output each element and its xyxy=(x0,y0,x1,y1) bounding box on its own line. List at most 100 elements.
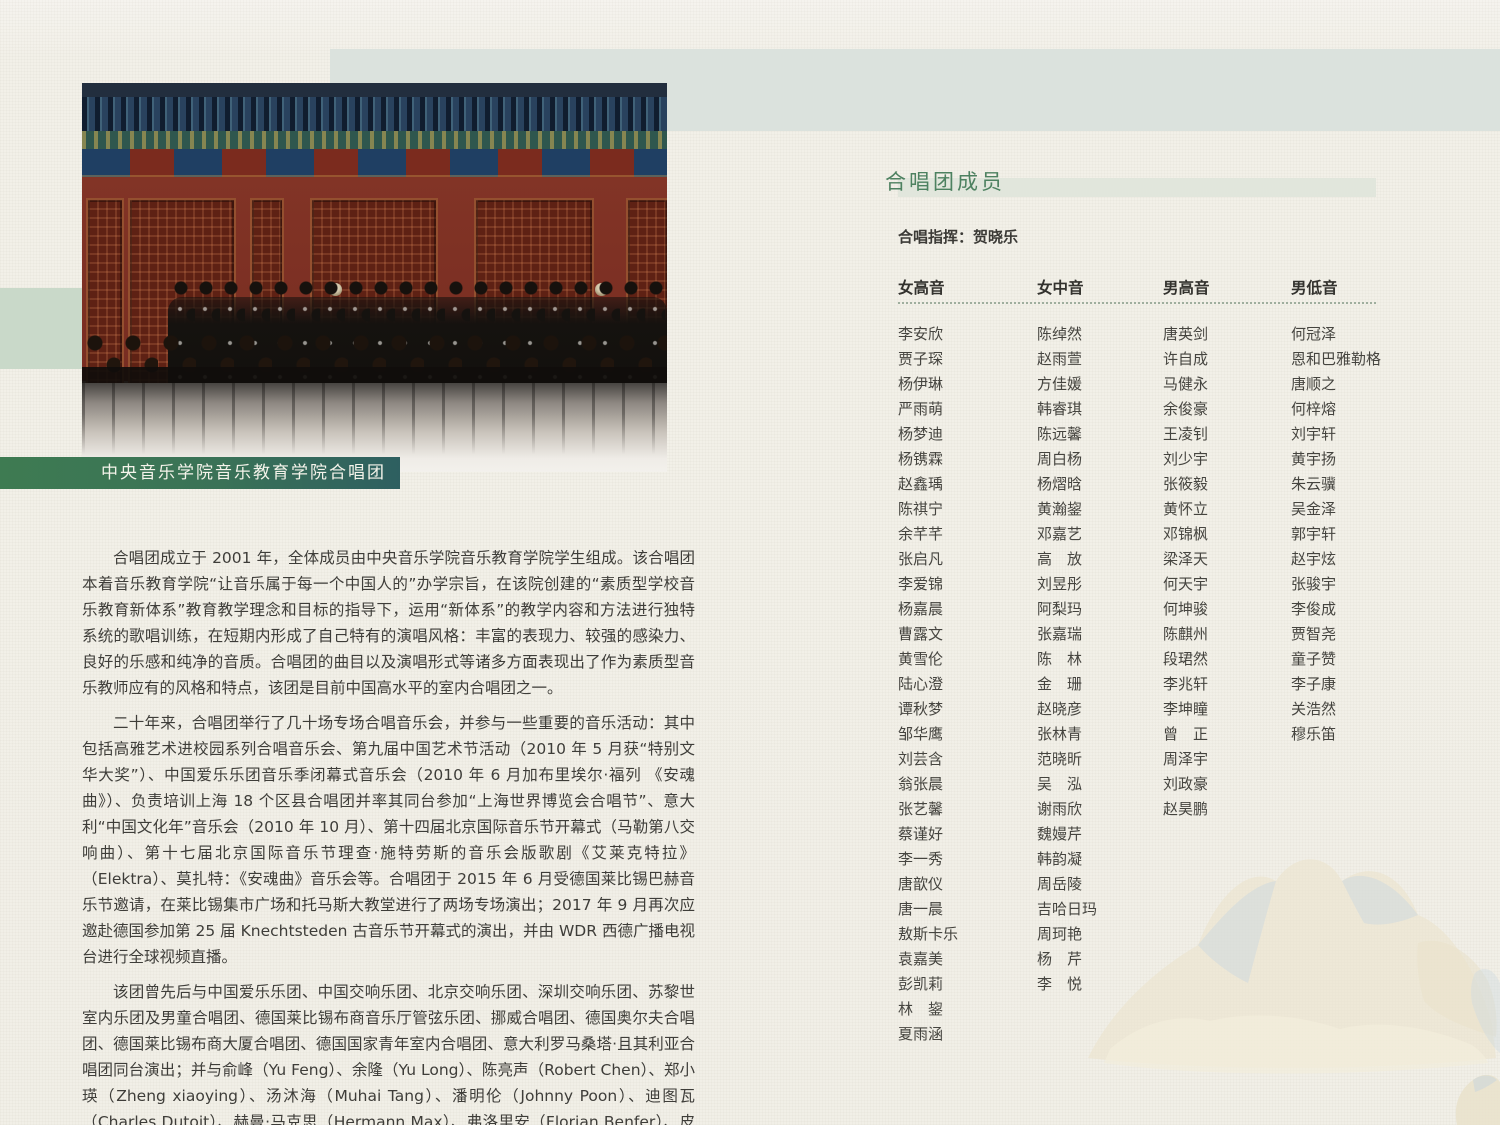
member-name: 童子赞 xyxy=(1291,647,1421,672)
member-name: 周珂艳 xyxy=(1037,922,1167,947)
member-name: 周岳陵 xyxy=(1037,872,1167,897)
member-name: 余芊芊 xyxy=(898,522,1028,547)
member-name: 敖斯卡乐 xyxy=(898,922,1028,947)
name-list: 唐英剑许自成马健永余俊豪王凌钊刘少宇张筱毅黄怀立邓锦枫梁泽天何天宇何坤骏陈麒州段… xyxy=(1163,322,1293,822)
member-name: 王凌钊 xyxy=(1163,422,1293,447)
member-name: 李 悦 xyxy=(1037,972,1167,997)
member-name: 陈 林 xyxy=(1037,647,1167,672)
member-name: 赵鑫瑀 xyxy=(898,472,1028,497)
member-name: 马健永 xyxy=(1163,372,1293,397)
intro-paragraph-3: 该团曾先后与中国爱乐乐团、中国交响乐团、北京交响乐团、深圳交响乐团、苏黎世室内乐… xyxy=(82,979,695,1125)
member-name: 杨镌霖 xyxy=(898,447,1028,472)
member-name: 张林青 xyxy=(1037,722,1167,747)
member-name: 黄雪伦 xyxy=(898,647,1028,672)
member-name: 杨熠晗 xyxy=(1037,472,1167,497)
member-name: 何冠泽 xyxy=(1291,322,1421,347)
member-name: 赵昊鹏 xyxy=(1163,797,1293,822)
member-name: 李坤瞳 xyxy=(1163,697,1293,722)
member-name: 黄怀立 xyxy=(1163,497,1293,522)
photo-caption-bar: 中央音乐学院音乐教育学院合唱团 xyxy=(0,457,400,489)
member-name: 穆乐笛 xyxy=(1291,722,1421,747)
member-name: 张嘉瑞 xyxy=(1037,622,1167,647)
member-name: 刘政豪 xyxy=(1163,772,1293,797)
member-name: 杨 芹 xyxy=(1037,947,1167,972)
member-name: 张筱毅 xyxy=(1163,472,1293,497)
member-name: 夏雨涵 xyxy=(898,1022,1028,1047)
photo-eaves-decor xyxy=(82,97,667,131)
member-name: 唐英剑 xyxy=(1163,322,1293,347)
member-name: 吴 泓 xyxy=(1037,772,1167,797)
member-name: 赵宇炫 xyxy=(1291,547,1421,572)
voice-column-alto: 女中音 陈绰然赵雨萱方佳媛韩睿琪陈远馨周白杨杨熠晗黄瀚鋆邓嘉艺高 放刘昱彤阿梨玛… xyxy=(1037,276,1167,997)
member-name: 何梓熔 xyxy=(1291,397,1421,422)
column-header: 男低音 xyxy=(1291,276,1421,322)
member-name: 阿梨玛 xyxy=(1037,597,1167,622)
conductor-line: 合唱指挥：贺晓乐 xyxy=(898,226,1018,247)
brochure-page: 中央音乐学院音乐教育学院合唱团 合唱团成立于 2001 年，全体成员由中央音乐学… xyxy=(0,0,1500,1125)
column-header: 男高音 xyxy=(1163,276,1293,322)
member-name: 周泽宇 xyxy=(1163,747,1293,772)
member-name: 郭宇轩 xyxy=(1291,522,1421,547)
member-name: 唐一晨 xyxy=(898,897,1028,922)
section-title: 合唱团成员 xyxy=(885,166,1377,196)
member-name: 谭秋梦 xyxy=(898,697,1028,722)
photo-roof-decor xyxy=(82,83,667,97)
member-name: 张艺馨 xyxy=(898,797,1028,822)
member-name: 周白杨 xyxy=(1037,447,1167,472)
photo-caption: 中央音乐学院音乐教育学院合唱团 xyxy=(101,463,386,483)
intro-paragraph-1: 合唱团成立于 2001 年，全体成员由中央音乐学院音乐教育学院学生组成。该合唱团… xyxy=(82,545,695,701)
member-name: 刘芸含 xyxy=(898,747,1028,772)
member-name: 袁嘉美 xyxy=(898,947,1028,972)
member-name: 陈绰然 xyxy=(1037,322,1167,347)
column-header: 女高音 xyxy=(898,276,1028,322)
member-name: 赵晓彦 xyxy=(1037,697,1167,722)
member-name: 韩睿琪 xyxy=(1037,397,1167,422)
member-name: 邓锦枫 xyxy=(1163,522,1293,547)
voice-column-bass: 男低音 何冠泽恩和巴雅勒格唐顺之何梓熔刘宇轩黄宇扬朱云骥吴金泽郭宇轩赵宇炫张骏宇… xyxy=(1291,276,1421,747)
member-name: 陈远馨 xyxy=(1037,422,1167,447)
member-name: 刘少宇 xyxy=(1163,447,1293,472)
member-name: 黄宇扬 xyxy=(1291,447,1421,472)
name-list: 何冠泽恩和巴雅勒格唐顺之何梓熔刘宇轩黄宇扬朱云骥吴金泽郭宇轩赵宇炫张骏宇李俊成贾… xyxy=(1291,322,1421,747)
member-name: 张启凡 xyxy=(898,547,1028,572)
members-section: 合唱团成员 合唱指挥：贺晓乐 女高音 李安欣贾子琛杨伊琳严雨萌杨梦迪杨镌霖赵鑫瑀… xyxy=(885,166,1377,196)
member-name: 金 珊 xyxy=(1037,672,1167,697)
intro-paragraph-2: 二十年来，合唱团举行了几十场专场合唱音乐会，并参与一些重要的音乐活动：其中包括高… xyxy=(82,710,695,970)
member-name: 李爱锦 xyxy=(898,572,1028,597)
member-name: 赵雨萱 xyxy=(1037,347,1167,372)
column-header: 女中音 xyxy=(1037,276,1167,322)
corner-rock-illustration xyxy=(1443,1056,1500,1125)
member-name: 杨嘉晨 xyxy=(898,597,1028,622)
member-name: 方佳媛 xyxy=(1037,372,1167,397)
member-name: 何坤骏 xyxy=(1163,597,1293,622)
member-name: 邓嘉艺 xyxy=(1037,522,1167,547)
member-name: 李兆轩 xyxy=(1163,672,1293,697)
member-name: 林 鋆 xyxy=(898,997,1028,1022)
member-name: 吴金泽 xyxy=(1291,497,1421,522)
member-name: 唐顺之 xyxy=(1291,372,1421,397)
member-name: 彭凯莉 xyxy=(898,972,1028,997)
member-name: 恩和巴雅勒格 xyxy=(1291,347,1421,372)
member-name: 杨伊琳 xyxy=(898,372,1028,397)
member-name: 刘昱彤 xyxy=(1037,572,1167,597)
member-name: 贾智尧 xyxy=(1291,622,1421,647)
member-name: 唐歆仪 xyxy=(898,872,1028,897)
choir-photo xyxy=(82,83,667,472)
member-name: 高 放 xyxy=(1037,547,1167,572)
member-name: 张骏宇 xyxy=(1291,572,1421,597)
name-list: 陈绰然赵雨萱方佳媛韩睿琪陈远馨周白杨杨熠晗黄瀚鋆邓嘉艺高 放刘昱彤阿梨玛张嘉瑞陈… xyxy=(1037,322,1167,997)
member-name: 陆心澄 xyxy=(898,672,1028,697)
member-name: 李一秀 xyxy=(898,847,1028,872)
member-name: 翁张晨 xyxy=(898,772,1028,797)
member-name: 关浩然 xyxy=(1291,697,1421,722)
member-name: 邹华鹰 xyxy=(898,722,1028,747)
member-name: 蔡谨好 xyxy=(898,822,1028,847)
member-name: 李俊成 xyxy=(1291,597,1421,622)
member-name: 严雨萌 xyxy=(898,397,1028,422)
member-name: 吉哈日玛 xyxy=(1037,897,1167,922)
member-name: 陈祺宁 xyxy=(898,497,1028,522)
member-name: 李安欣 xyxy=(898,322,1028,347)
member-name: 余俊豪 xyxy=(1163,397,1293,422)
name-list: 李安欣贾子琛杨伊琳严雨萌杨梦迪杨镌霖赵鑫瑀陈祺宁余芊芊张启凡李爱锦杨嘉晨曹露文黄… xyxy=(898,322,1028,1047)
member-name: 何天宇 xyxy=(1163,572,1293,597)
